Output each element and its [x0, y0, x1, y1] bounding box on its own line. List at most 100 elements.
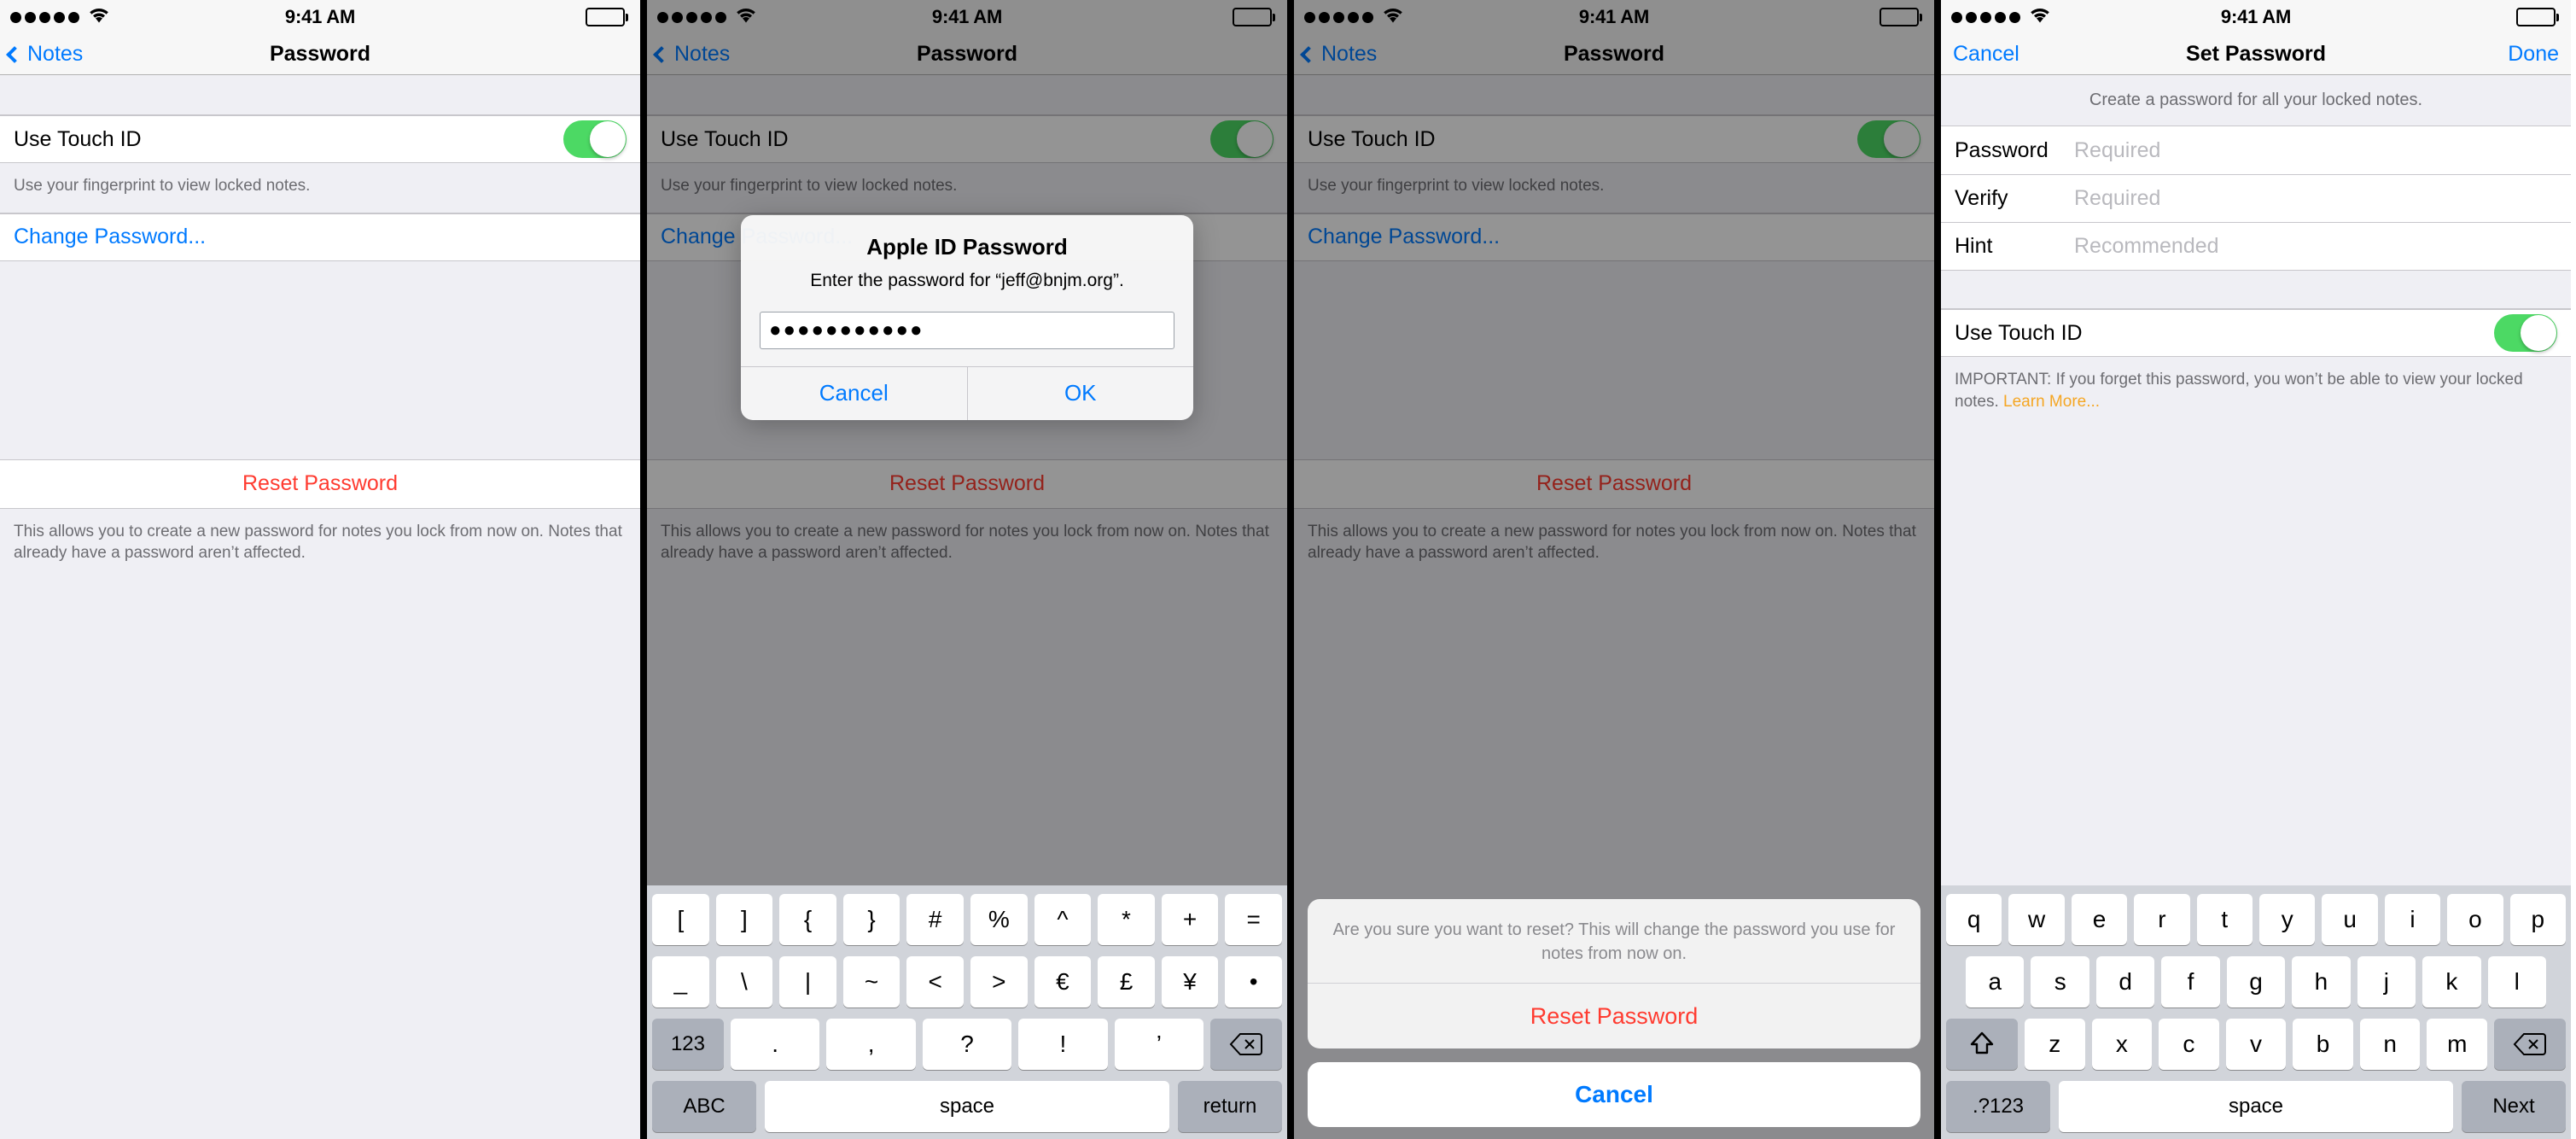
touch-id-footnote: Use your fingerprint to view locked note…: [1294, 163, 1934, 213]
field-hint[interactable]: Hint Recommended: [1941, 222, 2571, 270]
key-s[interactable]: s: [2031, 956, 2089, 1008]
battery-full-icon: [2516, 8, 2559, 26]
key-t[interactable]: t: [2196, 894, 2253, 945]
key-pipe[interactable]: |: [779, 956, 836, 1008]
key-bracket-open[interactable]: [: [652, 894, 709, 945]
row-reset-password[interactable]: Reset Password: [1294, 459, 1934, 509]
key-q[interactable]: q: [1945, 894, 2002, 945]
key-next[interactable]: Next: [2462, 1081, 2566, 1132]
key-tilde[interactable]: ~: [842, 956, 900, 1008]
important-footnote: IMPORTANT: If you forget this password, …: [1941, 357, 2571, 429]
key-e[interactable]: e: [2071, 894, 2128, 945]
key-d[interactable]: d: [2095, 956, 2155, 1008]
row-use-touch-id[interactable]: Use Touch ID: [1294, 115, 1934, 163]
key-hash[interactable]: #: [906, 894, 964, 945]
key-yen[interactable]: ¥: [1161, 956, 1219, 1008]
key-less-than[interactable]: <: [906, 956, 964, 1008]
key-underscore[interactable]: _: [652, 956, 709, 1008]
key-period[interactable]: .: [730, 1019, 820, 1070]
nav-bar: Notes Password: [1294, 34, 1934, 75]
key-bullet[interactable]: •: [1225, 956, 1282, 1008]
key-comma[interactable]: ,: [826, 1019, 916, 1070]
row-use-touch-id[interactable]: Use Touch ID: [647, 115, 1287, 163]
page-title: Password: [916, 42, 1018, 66]
key-b[interactable]: b: [2293, 1019, 2353, 1070]
key-m[interactable]: m: [2427, 1019, 2488, 1070]
page-title: Password: [269, 42, 371, 66]
done-button[interactable]: Done: [2508, 42, 2559, 67]
alert-ok-button[interactable]: OK: [966, 366, 1194, 420]
symbol-keyboard: [ ] { } # % ^ * + = _ \ | ~ < > € £ ¥ • …: [647, 885, 1287, 1139]
action-sheet-cancel-button[interactable]: Cancel: [1308, 1062, 1920, 1127]
key-z[interactable]: z: [2024, 1019, 2085, 1070]
toggle-knob: [1237, 121, 1273, 157]
row-reset-password[interactable]: Reset Password: [647, 459, 1287, 509]
key-brace-close[interactable]: }: [842, 894, 900, 945]
field-verify[interactable]: Verify Required: [1941, 174, 2571, 222]
row-label: Use Touch ID: [1308, 126, 1436, 151]
row-reset-password[interactable]: Reset Password: [0, 459, 640, 509]
key-brace-open[interactable]: {: [779, 894, 836, 945]
key-asterisk[interactable]: *: [1098, 894, 1155, 945]
shift-icon[interactable]: [1945, 1019, 2018, 1070]
key-f[interactable]: f: [2161, 956, 2220, 1008]
key-y[interactable]: y: [2259, 894, 2316, 945]
key-numbers[interactable]: .?123: [1946, 1081, 2050, 1132]
key-c[interactable]: c: [2159, 1019, 2219, 1070]
key-greater-than[interactable]: >: [970, 956, 1028, 1008]
key-a[interactable]: a: [1966, 956, 2025, 1008]
key-return[interactable]: return: [1178, 1081, 1282, 1132]
key-w[interactable]: w: [2008, 894, 2065, 945]
key-h[interactable]: h: [2292, 956, 2351, 1008]
row-change-password[interactable]: Change Password...: [0, 213, 640, 261]
key-backslash[interactable]: \: [715, 956, 773, 1008]
key-pound[interactable]: £: [1098, 956, 1155, 1008]
row-use-touch-id[interactable]: Use Touch ID: [0, 115, 640, 163]
panel-apple-id-alert: 9:41 AM Notes Password Use Touch ID Use …: [647, 0, 1287, 1139]
key-plus[interactable]: +: [1161, 894, 1219, 945]
field-password[interactable]: Password Required: [1941, 126, 2571, 174]
alert-cancel-button[interactable]: Cancel: [741, 367, 967, 420]
key-x[interactable]: x: [2091, 1019, 2153, 1070]
toggle-use-touch-id[interactable]: [1857, 120, 1920, 158]
action-sheet-reset-button[interactable]: Reset Password: [1308, 984, 1920, 1048]
key-j[interactable]: j: [2357, 956, 2416, 1008]
key-space[interactable]: space: [765, 1081, 1169, 1132]
row-use-touch-id[interactable]: Use Touch ID: [1941, 309, 2571, 357]
password-input[interactable]: ●●●●●●●●●●●: [760, 311, 1174, 349]
learn-more-link[interactable]: Learn More...: [2003, 393, 2100, 411]
delete-icon[interactable]: [1210, 1019, 1283, 1070]
toggle-use-touch-id[interactable]: [1210, 120, 1273, 158]
key-bracket-close[interactable]: ]: [715, 894, 773, 945]
page-title: Password: [1563, 42, 1665, 66]
field-placeholder: Recommended: [2074, 234, 2219, 258]
reset-password-label: Reset Password: [889, 471, 1046, 496]
key-k[interactable]: k: [2422, 956, 2481, 1008]
key-caret[interactable]: ^: [1034, 894, 1092, 945]
key-numbers[interactable]: 123: [651, 1019, 724, 1070]
key-r[interactable]: r: [2134, 894, 2190, 945]
toggle-use-touch-id[interactable]: [563, 120, 627, 158]
key-question[interactable]: ?: [922, 1019, 1012, 1070]
key-abc[interactable]: ABC: [652, 1081, 756, 1132]
key-o[interactable]: o: [2447, 894, 2503, 945]
key-equals[interactable]: =: [1225, 894, 1282, 945]
alert-body: Apple ID Password Enter the password for…: [741, 215, 1193, 366]
key-l[interactable]: l: [2487, 956, 2546, 1008]
key-space[interactable]: space: [2059, 1081, 2453, 1132]
status-time: 9:41 AM: [284, 6, 356, 27]
key-p[interactable]: p: [2509, 894, 2567, 945]
action-sheet-message: Are you sure you want to reset? This wil…: [1308, 899, 1920, 984]
key-euro[interactable]: €: [1034, 956, 1092, 1008]
key-exclamation[interactable]: !: [1018, 1019, 1108, 1070]
key-v[interactable]: v: [2225, 1019, 2287, 1070]
key-apostrophe[interactable]: ’: [1114, 1019, 1204, 1070]
key-g[interactable]: g: [2226, 956, 2286, 1008]
key-u[interactable]: u: [2322, 894, 2378, 945]
toggle-use-touch-id[interactable]: [2494, 314, 2557, 352]
key-i[interactable]: i: [2384, 894, 2441, 945]
delete-icon[interactable]: [2494, 1019, 2567, 1070]
row-change-password[interactable]: Change Password...: [1294, 213, 1934, 261]
key-percent[interactable]: %: [970, 894, 1028, 945]
key-n[interactable]: n: [2359, 1019, 2421, 1070]
